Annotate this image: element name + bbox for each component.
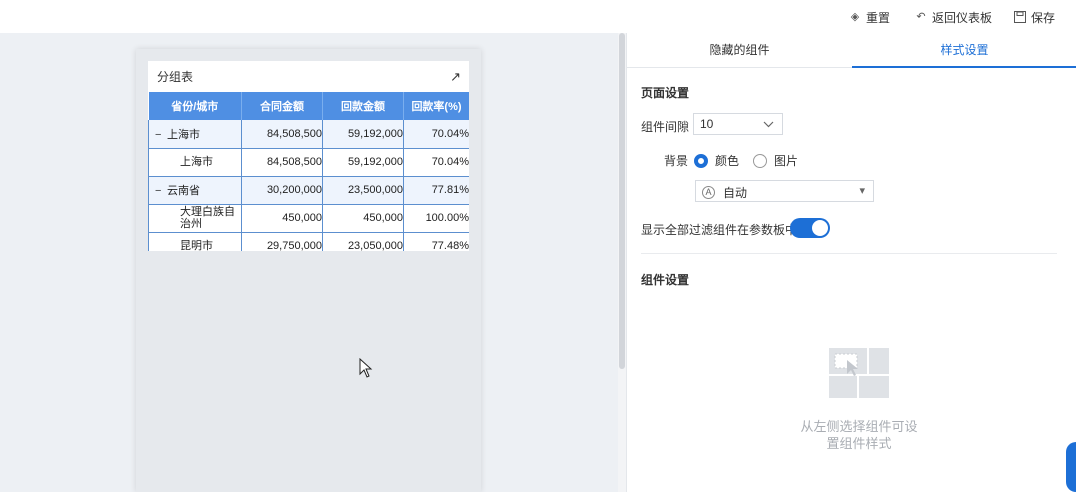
back-to-dashboard-button[interactable]: ↶ 返回仪表板 — [915, 9, 992, 25]
canvas-scrollbar-thumb[interactable] — [619, 33, 625, 369]
collapse-icon[interactable]: − — [155, 185, 167, 197]
background-label: 背景 — [664, 154, 689, 168]
show-filters-toggle[interactable] — [790, 218, 830, 238]
auto-color-icon: A — [702, 186, 715, 199]
tab-style-settings[interactable]: 样式设置 — [852, 33, 1076, 68]
table-row-group: − 云南省 30,200,000 23,500,000 77.81% — [148, 176, 469, 205]
reset-button[interactable]: ◈ 重置 — [849, 9, 890, 25]
reset-label: 重置 — [866, 10, 891, 25]
page-settings-title: 页面设置 — [641, 86, 690, 100]
table-cell: 70.04% — [403, 148, 469, 177]
row-name: 云南省 — [167, 185, 200, 197]
back-label: 返回仪表板 — [932, 10, 993, 25]
radio-unselected-icon — [753, 153, 767, 168]
mobile-preview-frame: 分组表 ↗ 省份/城市 合同金额 回款金额 回款率(%) − 上海市 84,50… — [136, 49, 481, 492]
empty-hint-line1: 从左侧选择组件可设 — [800, 419, 918, 434]
settings-panel: 隐藏的组件 样式设置 页面设置 组件间隙 10 背景 颜色 图片 A 自动 ▾ … — [626, 33, 1076, 492]
table-cell: 70.04% — [403, 120, 469, 149]
row-name-cell: 昆明市 — [148, 232, 242, 251]
table-cell: 77.81% — [403, 176, 469, 205]
table-cell: 30,200,000 — [241, 176, 323, 205]
table-cell: 450,000 — [241, 204, 323, 233]
table-row-child: 上海市 84,508,500 59,192,000 70.04% — [148, 148, 469, 177]
table-cell: 100.00% — [403, 204, 469, 233]
table-header-row: 省份/城市 合同金额 回款金额 回款率(%) — [148, 92, 469, 120]
table-cell: 84,508,500 — [241, 120, 323, 149]
group-table: 省份/城市 合同金额 回款金额 回款率(%) − 上海市 84,508,500 5… — [148, 92, 469, 251]
table-cell: 84,508,500 — [241, 148, 323, 177]
group-table-widget[interactable]: 分组表 ↗ 省份/城市 合同金额 回款金额 回款率(%) − 上海市 84,50… — [148, 61, 469, 251]
empty-hint-line2: 置组件样式 — [826, 436, 892, 451]
table-cell: 59,192,000 — [322, 120, 404, 149]
table-cell: 29,750,000 — [241, 232, 323, 251]
component-settings-title: 组件设置 — [641, 273, 690, 287]
save-icon — [1014, 11, 1026, 23]
spacing-value: 10 — [700, 117, 714, 131]
tab-hidden-components[interactable]: 隐藏的组件 — [627, 33, 852, 68]
bg-image-radio[interactable]: 图片 — [753, 152, 798, 169]
table-row-child: 昆明市 29,750,000 23,050,000 77.48% — [148, 232, 469, 251]
widget-title: 分组表 — [157, 70, 194, 84]
caret-down-icon: ▾ — [859, 185, 865, 197]
bg-color-label: 颜色 — [715, 154, 740, 168]
mouse-cursor-icon — [359, 358, 373, 378]
empty-hint: 从左侧选择组件可设 置组件样式 — [787, 418, 931, 452]
row-name: 上海市 — [167, 128, 200, 141]
spacing-select[interactable]: 10 — [693, 113, 783, 135]
panel-tabs: 隐藏的组件 样式设置 — [627, 33, 1076, 68]
color-select[interactable]: A 自动 ▾ — [695, 180, 874, 202]
table-cell: 23,050,000 — [322, 232, 404, 251]
row-name-cell: 上海市 — [148, 148, 242, 177]
undo-icon: ↶ — [916, 11, 926, 23]
help-float-button[interactable] — [1066, 442, 1076, 492]
color-value: 自动 — [723, 185, 748, 200]
top-toolbar: ◈ 重置 ↶ 返回仪表板 保存 — [0, 0, 1076, 33]
save-button[interactable]: 保存 — [1014, 9, 1055, 25]
widget-header: 分组表 ↗ — [148, 61, 469, 92]
row-name-cell[interactable]: − 上海市 — [148, 120, 242, 149]
table-cell: 23,500,000 — [322, 176, 404, 205]
save-label: 保存 — [1031, 10, 1056, 25]
bg-image-label: 图片 — [774, 154, 799, 168]
table-row-group: − 上海市 84,508,500 59,192,000 70.04% — [148, 120, 469, 149]
row-name-cell: 大理白族自治州 — [148, 204, 242, 233]
table-row-child: 大理白族自治州 450,000 450,000 100.00% — [148, 204, 469, 233]
reset-icon: ◈ — [850, 11, 860, 23]
collapse-icon[interactable]: − — [155, 129, 167, 141]
column-header[interactable]: 省份/城市 — [148, 92, 242, 120]
column-header[interactable]: 回款金额 — [322, 92, 404, 120]
divider — [641, 253, 1057, 254]
show-filters-label: 显示全部过滤组件在参数板中 — [641, 223, 798, 237]
toggle-knob — [812, 220, 828, 236]
chevron-down-icon — [763, 114, 774, 141]
spacing-label: 组件间隙 — [641, 120, 690, 134]
column-header[interactable]: 合同金额 — [241, 92, 323, 120]
table-cell: 77.48% — [403, 232, 469, 251]
design-canvas: 分组表 ↗ 省份/城市 合同金额 回款金额 回款率(%) − 上海市 84,50… — [0, 33, 618, 492]
bg-color-radio[interactable]: 颜色 — [694, 152, 739, 169]
radio-selected-icon — [694, 153, 708, 168]
table-cell: 450,000 — [322, 204, 404, 233]
select-component-icon — [829, 348, 889, 398]
row-name-cell[interactable]: − 云南省 — [148, 176, 242, 205]
expand-icon[interactable]: ↗ — [450, 69, 461, 85]
column-header[interactable]: 回款率(%) — [403, 92, 469, 120]
table-cell: 59,192,000 — [322, 148, 404, 177]
